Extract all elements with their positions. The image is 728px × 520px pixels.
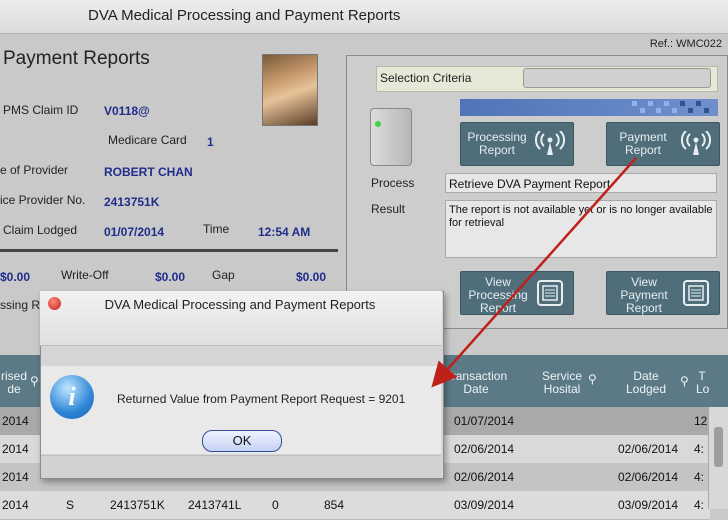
annotation-arrow (431, 157, 637, 388)
